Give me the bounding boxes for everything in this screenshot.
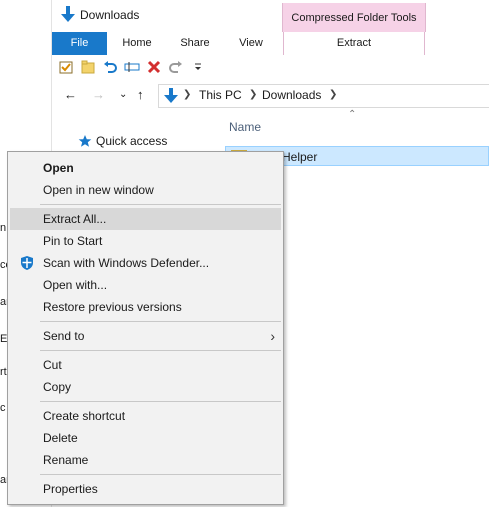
menu-item-label: Copy [43, 380, 72, 394]
sort-caret-icon: ⌃ [348, 109, 357, 120]
tab-share[interactable]: Share [170, 32, 220, 55]
menu-item-delete[interactable]: Delete [10, 427, 281, 449]
menu-item-label: Restore previous versions [43, 300, 182, 314]
menu-item-copy[interactable]: Copy [10, 376, 281, 398]
window-title: Downloads [80, 8, 140, 22]
up-arrow-icon[interactable]: ↑ [137, 87, 144, 102]
context-tab-header: Compressed Folder Tools [282, 3, 426, 32]
breadcrumb-separator-icon[interactable]: ❯ [183, 89, 191, 100]
menu-item-label: Delete [43, 431, 78, 445]
quick-access-toolbar [52, 55, 489, 81]
menu-item-cut[interactable]: Cut [10, 354, 281, 376]
menu-item-restore-versions[interactable]: Restore previous versions [10, 296, 281, 318]
menu-item-scan-defender[interactable]: Scan with Windows Defender... [10, 252, 281, 274]
menu-item-send-to[interactable]: Send to › [10, 325, 281, 347]
defender-shield-icon [21, 256, 33, 270]
new-folder-icon[interactable] [80, 59, 96, 75]
menu-separator [40, 401, 281, 402]
menu-item-open[interactable]: Open [10, 157, 281, 179]
menu-item-label: Create shortcut [43, 409, 126, 423]
menu-item-pin-to-start[interactable]: Pin to Start [10, 230, 281, 252]
downloads-arrow-icon [164, 88, 178, 103]
nav-item-label: Quick access [96, 134, 168, 148]
nav-fragment: n [0, 222, 7, 234]
menu-item-rename[interactable]: Rename [10, 449, 281, 471]
menu-item-label: Extract All... [43, 212, 107, 226]
file-name: Helper [282, 150, 318, 164]
submenu-arrow-icon: › [270, 328, 275, 344]
column-header-name[interactable]: Name [229, 120, 261, 134]
breadcrumb-separator-icon[interactable]: ❯ [249, 89, 257, 100]
context-menu: Open Open in new window Extract All... P… [7, 151, 284, 505]
menu-item-properties[interactable]: Properties [10, 478, 281, 500]
menu-item-label: Rename [43, 453, 89, 467]
recent-locations-chevron-icon[interactable]: ⌄ [119, 89, 127, 100]
tab-home[interactable]: Home [112, 32, 162, 55]
address-row: ← → ⌄ ↑ ❯ This PC ❯ Downloads ❯ [52, 83, 489, 108]
menu-item-label: Open [43, 161, 74, 175]
breadcrumb-separator-icon[interactable]: ❯ [329, 89, 337, 100]
back-arrow-icon[interactable]: ← [64, 87, 77, 102]
menu-item-label: Open in new window [43, 183, 154, 197]
tab-file[interactable]: File [52, 32, 107, 55]
delete-icon[interactable] [146, 59, 162, 75]
menu-item-create-shortcut[interactable]: Create shortcut [10, 405, 281, 427]
nav-fragment: rt [0, 366, 7, 378]
menu-item-label: Pin to Start [43, 234, 103, 248]
forward-arrow-icon[interactable]: → [92, 87, 105, 102]
menu-item-open-new-window[interactable]: Open in new window [10, 179, 281, 201]
menu-item-extract-all[interactable]: Extract All... [10, 208, 281, 230]
redo-icon[interactable] [168, 59, 184, 75]
menu-item-label: Scan with Windows Defender... [43, 256, 210, 270]
breadcrumb-downloads[interactable]: Downloads [262, 88, 321, 102]
tab-view[interactable]: View [227, 32, 275, 55]
nav-item-quick-access[interactable]: Quick access [78, 134, 167, 148]
title-bar: Downloads Compressed Folder Tools [52, 0, 489, 32]
menu-item-open-with[interactable]: Open with... [10, 274, 281, 296]
menu-item-label: Properties [43, 482, 98, 496]
nav-fragment: c [0, 402, 6, 414]
undo-icon[interactable] [102, 59, 118, 75]
menu-separator [40, 204, 281, 205]
address-bar[interactable]: ❯ This PC ❯ Downloads ❯ [158, 84, 489, 108]
breadcrumb-this-pc[interactable]: This PC [199, 88, 242, 102]
properties-check-icon[interactable] [58, 59, 74, 75]
customize-toolbar-dropdown-icon[interactable] [190, 59, 206, 75]
menu-item-label: Open with... [43, 278, 108, 292]
menu-separator [40, 350, 281, 351]
downloads-arrow-icon [61, 6, 75, 22]
ribbon-tab-bar: File Home Share View Extract [52, 32, 489, 56]
star-icon [78, 135, 92, 147]
menu-item-label: Cut [43, 358, 62, 372]
tab-extract[interactable]: Extract [283, 32, 425, 55]
menu-item-label: Send to [43, 329, 85, 343]
rename-icon[interactable] [124, 59, 140, 75]
menu-separator [40, 474, 281, 475]
menu-separator [40, 321, 281, 322]
